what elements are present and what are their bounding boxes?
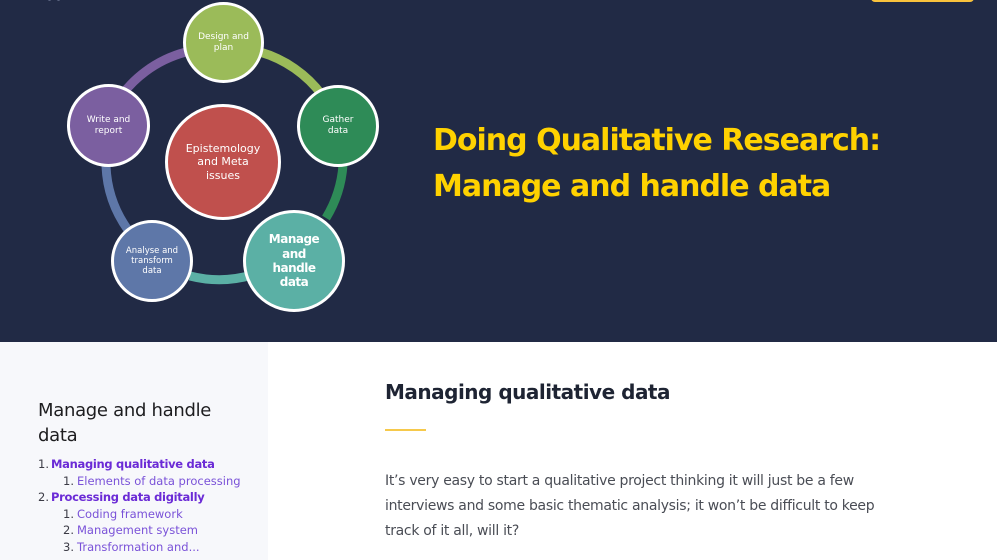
page-title-line1: Doing Qualitative Research: [433, 123, 881, 158]
toc-link-management-system[interactable]: Management system [77, 522, 198, 539]
toc-subitem: 1. Elements of data processing [63, 473, 241, 490]
toc-subitem: 1. Coding framework [63, 506, 183, 523]
toc-link-managing-qualitative-data[interactable]: Managing qualitative data [51, 456, 215, 473]
toc-subitem: 3. Transformation and... [63, 539, 200, 556]
page-title-line2: Manage and handle data [433, 169, 831, 204]
sidebar-title: Manage and handle data [38, 400, 212, 446]
section-title: Managing qualitative data [385, 380, 671, 404]
toc-subitem: 2. Management system [63, 522, 198, 539]
title-accent-divider [385, 429, 426, 431]
node-analyse-transform-data[interactable]: Analyse and transform data [111, 220, 193, 302]
node-write-report[interactable]: Write and report [67, 84, 150, 167]
node-epistemology[interactable]: Epistemology and Meta issues [165, 104, 281, 220]
toc-item: 2. Processing data digitally [38, 489, 205, 506]
toc-link-processing-data-digitally[interactable]: Processing data digitally [51, 489, 205, 506]
toc-link-elements-of-data-processing[interactable]: Elements of data processing [77, 473, 241, 490]
ring-segment-gather [322, 164, 348, 221]
ring-segment-analyse [101, 165, 132, 233]
top-action-button[interactable] [871, 0, 974, 2]
ring-segment-design [258, 47, 326, 98]
node-gather-data[interactable]: Gather data [297, 85, 379, 167]
research-cycle-diagram: Design and plan Gather data Manage and h… [0, 0, 400, 342]
node-manage-handle-data[interactable]: Manage and handle data [243, 210, 345, 312]
table-of-contents: 1. Managing qualitative data 1. Elements… [38, 456, 258, 555]
toc-link-transformation[interactable]: Transformation and... [77, 539, 200, 556]
toc-link-coding-framework[interactable]: Coding framework [77, 506, 183, 523]
hero-banner: Design and plan Gather data Manage and h… [0, 0, 997, 342]
intro-paragraph: It’s very easy to start a qualitative pr… [385, 473, 875, 539]
ring-segment-manage [188, 270, 254, 285]
toc-item: 1. Managing qualitative data [38, 456, 215, 473]
node-design-plan[interactable]: Design and plan [183, 2, 264, 83]
page-title: Doing Qualitative Research: Manage and h… [433, 118, 953, 210]
